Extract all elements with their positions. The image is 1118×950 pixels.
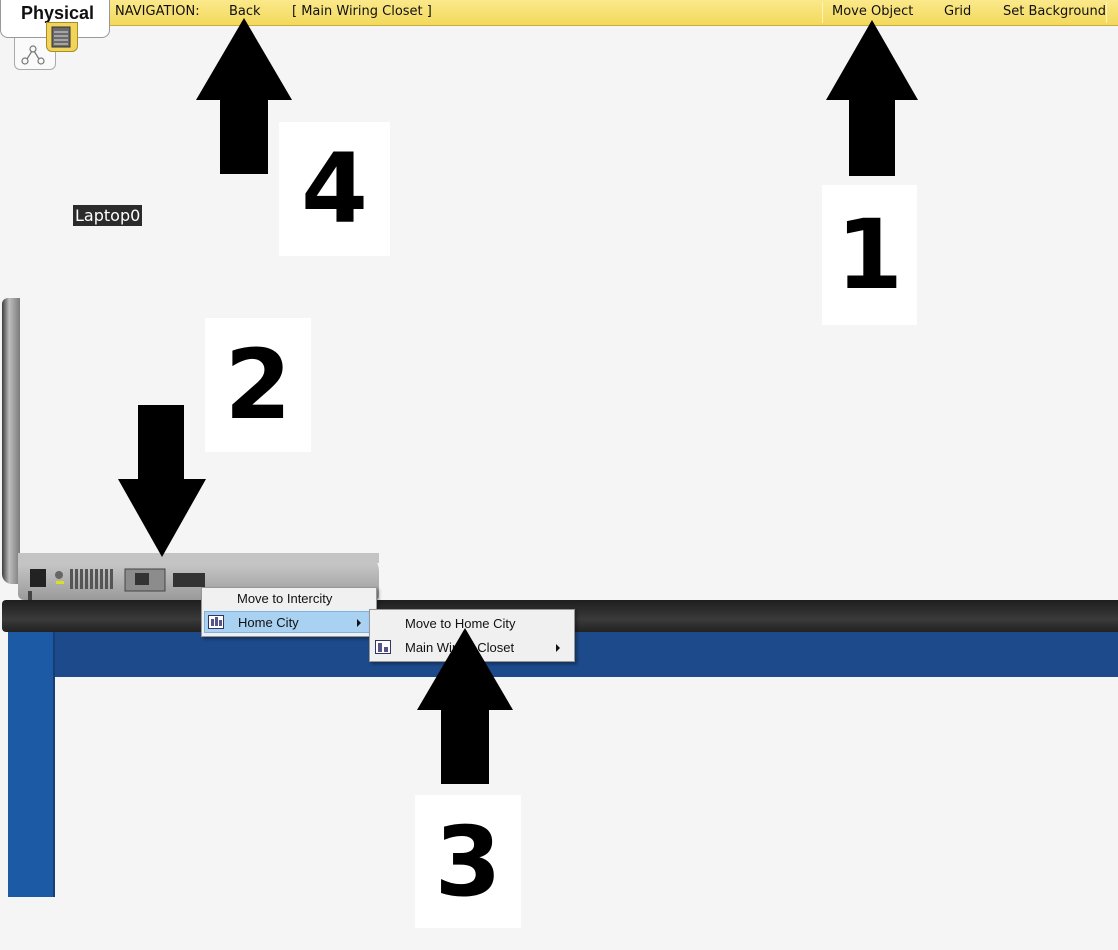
menu-item-label: Move to Intercity [237,591,333,606]
device-label[interactable]: Laptop0 [73,205,143,226]
navigation-label: NAVIGATION: [115,4,200,19]
city-map-icon [208,615,224,629]
annotation-arrow-up-icon [417,628,513,784]
menu-item-move-to-intercity[interactable]: Move to Intercity [204,588,374,610]
move-object-button[interactable]: Move Object [832,4,913,19]
context-menu: Move to Intercity Home City [201,587,377,637]
toolbar-divider [822,2,823,23]
rack-icon-graphic [51,26,71,48]
rack-icon[interactable] [46,22,78,52]
menu-item-home-city[interactable]: Home City [204,611,374,633]
grid-button[interactable]: Grid [944,4,971,19]
set-background-button[interactable]: Set Background [1003,4,1106,19]
toolbar-divider [1106,2,1107,23]
annotation-number-1: 1 [822,185,917,325]
physical-tab-label: Physical [21,3,95,23]
annotation-number-3: 3 [415,795,521,928]
annotation-arrow-up-icon [196,18,292,174]
annotation-arrow-down-icon [118,405,206,557]
wiring-closet-icon [375,640,391,654]
annotation-number-2: 2 [205,318,311,452]
submenu-arrow-icon [556,644,560,652]
table-leg [8,632,55,897]
menu-item-label: Home City [238,615,299,630]
physical-toolbar: NAVIGATION: Back [ Main Wiring Closet ] … [0,0,1118,26]
laptop-screen[interactable] [2,298,20,584]
back-button[interactable]: Back [229,4,261,19]
annotation-arrow-up-icon [826,20,918,176]
submenu-arrow-icon [357,619,361,627]
annotation-number-4: 4 [279,122,390,256]
location-breadcrumb[interactable]: [ Main Wiring Closet ] [292,4,432,19]
